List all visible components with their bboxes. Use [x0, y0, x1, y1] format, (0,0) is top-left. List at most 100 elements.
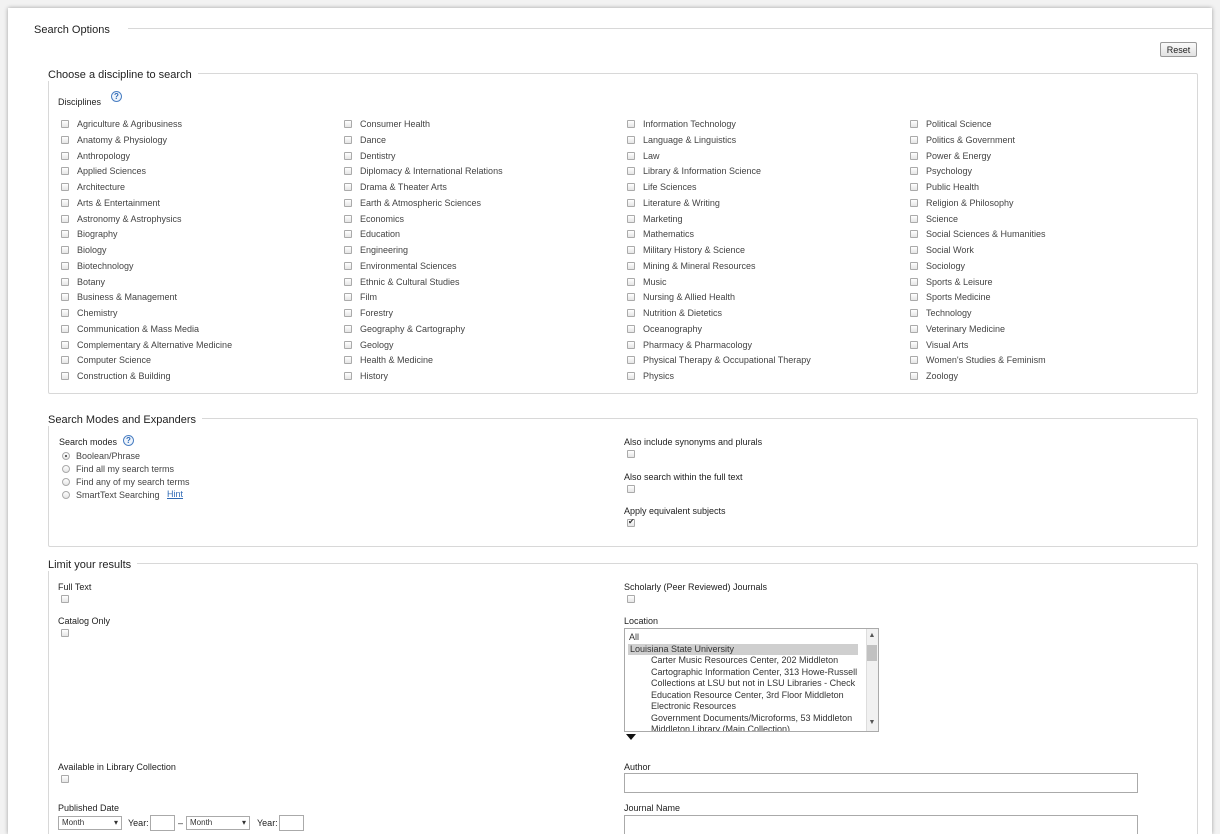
discipline-checkbox[interactable]: [61, 152, 69, 160]
discipline-checkbox[interactable]: [910, 293, 918, 301]
discipline-checkbox[interactable]: [910, 120, 918, 128]
discipline-checkbox[interactable]: [61, 183, 69, 191]
discipline-checkbox[interactable]: [61, 309, 69, 317]
author-input[interactable]: [624, 773, 1138, 793]
discipline-checkbox[interactable]: [344, 215, 352, 223]
discipline-checkbox[interactable]: [627, 183, 635, 191]
location-option[interactable]: Middleton Library (Main Collection): [651, 724, 790, 731]
discipline-checkbox[interactable]: [344, 372, 352, 380]
discipline-checkbox[interactable]: [344, 309, 352, 317]
discipline-checkbox[interactable]: [627, 293, 635, 301]
discipline-checkbox[interactable]: [344, 356, 352, 364]
discipline-checkbox[interactable]: [61, 120, 69, 128]
location-option[interactable]: Government Documents/Microforms, 53 Midd…: [651, 713, 852, 724]
location-option[interactable]: Cartographic Information Center, 313 How…: [651, 667, 857, 678]
discipline-checkbox[interactable]: [61, 136, 69, 144]
discipline-checkbox[interactable]: [344, 230, 352, 238]
discipline-checkbox[interactable]: [344, 120, 352, 128]
mode-find-any-radio[interactable]: [62, 478, 70, 486]
mode-boolean-radio[interactable]: [62, 452, 70, 460]
search-modes-help-icon[interactable]: ?: [123, 435, 134, 446]
discipline-checkbox[interactable]: [910, 325, 918, 333]
discipline-checkbox[interactable]: [627, 325, 635, 333]
discipline-checkbox[interactable]: [910, 199, 918, 207]
discipline-checkbox[interactable]: [627, 278, 635, 286]
discipline-checkbox[interactable]: [627, 215, 635, 223]
discipline-checkbox[interactable]: [61, 278, 69, 286]
location-option-lsu[interactable]: Louisiana State University: [628, 644, 858, 655]
discipline-checkbox[interactable]: [344, 167, 352, 175]
expander-synonyms-checkbox[interactable]: [627, 450, 635, 458]
discipline-checkbox[interactable]: [344, 136, 352, 144]
discipline-checkbox[interactable]: [344, 325, 352, 333]
end-month-select[interactable]: Month ▾: [186, 816, 250, 830]
disciplines-help-icon[interactable]: ?: [111, 91, 122, 102]
discipline-checkbox[interactable]: [627, 372, 635, 380]
location-option-all[interactable]: All: [629, 632, 639, 643]
reset-button[interactable]: Reset: [1160, 42, 1197, 57]
discipline-checkbox[interactable]: [61, 356, 69, 364]
discipline-checkbox[interactable]: [61, 325, 69, 333]
discipline-checkbox[interactable]: [627, 356, 635, 364]
location-option[interactable]: Electronic Resources: [651, 701, 736, 712]
discipline-checkbox[interactable]: [344, 246, 352, 254]
discipline-checkbox[interactable]: [910, 183, 918, 191]
discipline-checkbox[interactable]: [627, 167, 635, 175]
expander-equivalent-checkbox[interactable]: [627, 517, 635, 527]
available-checkbox[interactable]: [61, 775, 69, 783]
start-year-input[interactable]: [150, 815, 175, 831]
discipline-checkbox[interactable]: [910, 215, 918, 223]
discipline-checkbox[interactable]: [344, 293, 352, 301]
discipline-checkbox[interactable]: [61, 262, 69, 270]
catalog-only-checkbox[interactable]: [61, 629, 69, 637]
journal-name-input[interactable]: [624, 815, 1138, 834]
discipline-checkbox[interactable]: [61, 167, 69, 175]
discipline-checkbox[interactable]: [910, 341, 918, 349]
discipline-checkbox[interactable]: [910, 278, 918, 286]
scroll-down-icon[interactable]: ▼: [866, 717, 878, 729]
discipline-checkbox[interactable]: [61, 246, 69, 254]
discipline-checkbox[interactable]: [627, 120, 635, 128]
location-scrollbar[interactable]: ▲ ▼: [866, 629, 878, 731]
discipline-checkbox[interactable]: [910, 246, 918, 254]
mode-find-all-radio[interactable]: [62, 465, 70, 473]
discipline-checkbox[interactable]: [61, 372, 69, 380]
start-month-select[interactable]: Month ▾: [58, 816, 122, 830]
scrollbar-thumb[interactable]: [867, 645, 877, 661]
discipline-checkbox[interactable]: [61, 230, 69, 238]
discipline-checkbox[interactable]: [910, 309, 918, 317]
discipline-checkbox[interactable]: [61, 215, 69, 223]
discipline-checkbox[interactable]: [344, 152, 352, 160]
smarttext-hint-link[interactable]: Hint: [167, 489, 183, 499]
discipline-checkbox[interactable]: [627, 246, 635, 254]
discipline-checkbox[interactable]: [627, 341, 635, 349]
discipline-checkbox[interactable]: [627, 262, 635, 270]
discipline-checkbox[interactable]: [627, 230, 635, 238]
discipline-checkbox[interactable]: [910, 262, 918, 270]
discipline-checkbox[interactable]: [910, 167, 918, 175]
discipline-checkbox[interactable]: [910, 356, 918, 364]
scholarly-checkbox[interactable]: [627, 595, 635, 603]
discipline-checkbox[interactable]: [627, 136, 635, 144]
full-text-checkbox[interactable]: [61, 595, 69, 603]
discipline-checkbox[interactable]: [627, 309, 635, 317]
discipline-checkbox[interactable]: [910, 230, 918, 238]
discipline-checkbox[interactable]: [344, 341, 352, 349]
location-listbox[interactable]: All Louisiana State University Carter Mu…: [624, 628, 879, 732]
listbox-resize-arrow-icon[interactable]: [626, 734, 636, 740]
discipline-checkbox[interactable]: [910, 372, 918, 380]
discipline-checkbox[interactable]: [344, 183, 352, 191]
discipline-checkbox[interactable]: [61, 199, 69, 207]
discipline-checkbox[interactable]: [627, 152, 635, 160]
discipline-checkbox[interactable]: [344, 199, 352, 207]
end-year-input[interactable]: [279, 815, 304, 831]
discipline-checkbox[interactable]: [910, 136, 918, 144]
scroll-up-icon[interactable]: ▲: [866, 630, 878, 642]
discipline-checkbox[interactable]: [344, 262, 352, 270]
location-option[interactable]: Carter Music Resources Center, 202 Middl…: [651, 655, 838, 666]
discipline-checkbox[interactable]: [344, 278, 352, 286]
discipline-checkbox[interactable]: [61, 341, 69, 349]
expander-fulltext-checkbox[interactable]: [627, 485, 635, 493]
discipline-checkbox[interactable]: [61, 293, 69, 301]
location-option[interactable]: Education Resource Center, 3rd Floor Mid…: [651, 690, 844, 701]
